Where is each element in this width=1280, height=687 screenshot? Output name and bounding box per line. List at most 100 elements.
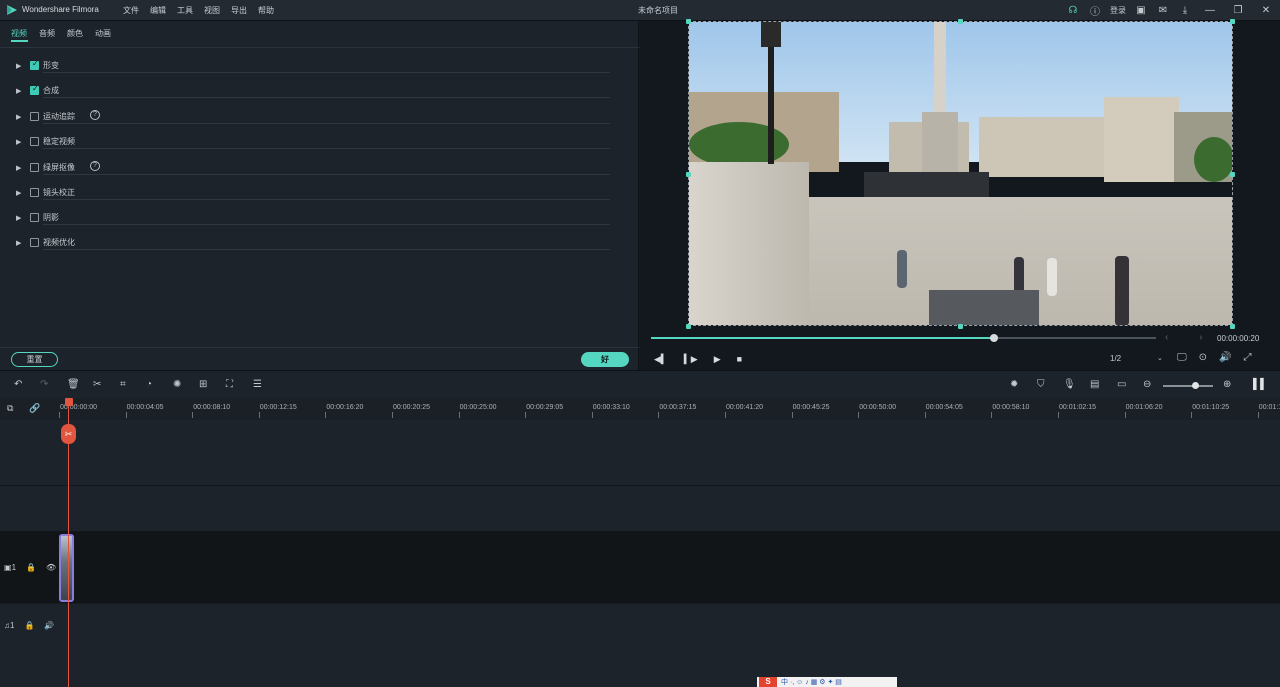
- transform-handle[interactable]: [958, 324, 963, 329]
- snapshot-icon[interactable]: ⊙: [1199, 352, 1207, 363]
- minimize-button[interactable]: —: [1196, 0, 1224, 21]
- lens-correction-checkbox[interactable]: [30, 188, 39, 197]
- speed-icon[interactable]: ◔: [146, 379, 152, 390]
- expand-arrow-icon[interactable]: ▶: [16, 214, 21, 222]
- transform-checkbox[interactable]: [30, 59, 39, 70]
- transform-handle[interactable]: [686, 324, 691, 329]
- info-icon[interactable]: ⓘ: [1084, 0, 1106, 21]
- preview-scrubber[interactable]: [651, 334, 1156, 342]
- play-pause-icon[interactable]: ▍▶: [684, 354, 698, 365]
- crop-icon[interactable]: ⌗: [120, 379, 126, 390]
- property-stabilization[interactable]: ▶ 稳定视频: [0, 130, 639, 155]
- render-icon[interactable]: ✹: [1010, 379, 1018, 390]
- tab-video[interactable]: 视频: [11, 28, 27, 39]
- restore-button[interactable]: ❐: [1224, 0, 1252, 21]
- undo-icon[interactable]: ↶: [14, 379, 22, 390]
- scrubber-progress: [651, 337, 995, 339]
- reset-button[interactable]: 重置: [11, 352, 58, 367]
- zoom-in-icon[interactable]: ⊕: [1223, 379, 1231, 390]
- transform-handle[interactable]: [686, 172, 691, 177]
- speaker-icon[interactable]: 🔊: [44, 621, 54, 630]
- login-button[interactable]: 登录: [1110, 5, 1126, 16]
- property-compositing[interactable]: ▶ 合成: [0, 79, 639, 104]
- ime-toolbar[interactable]: S 中 ·, ☺ ♪ ▦ ⚙ ✦ ▤: [757, 677, 897, 687]
- adjust-icon[interactable]: ☰: [253, 379, 262, 390]
- delete-icon[interactable]: 🗑: [67, 379, 80, 390]
- lock-icon[interactable]: 🔒: [24, 621, 34, 630]
- play-icon[interactable]: ▶: [714, 354, 721, 365]
- menu-view[interactable]: 视图: [204, 5, 220, 16]
- lock-icon[interactable]: 🔒: [26, 563, 36, 572]
- subtitle-icon[interactable]: ▭: [1117, 379, 1126, 390]
- transform-handle[interactable]: [1230, 172, 1235, 177]
- mail-icon[interactable]: ✉: [1152, 0, 1174, 21]
- redo-icon[interactable]: ↷: [40, 379, 48, 390]
- cut-icon[interactable]: ✂: [93, 379, 101, 390]
- scrubber-knob[interactable]: [990, 334, 999, 342]
- tab-animation[interactable]: 动画: [95, 28, 111, 39]
- close-button[interactable]: ✕: [1252, 0, 1280, 21]
- video-preview[interactable]: [688, 21, 1233, 326]
- property-shadow[interactable]: ▶ 阴影: [0, 206, 639, 231]
- stabilization-checkbox[interactable]: [30, 137, 39, 146]
- monitor-icon[interactable]: 🖵: [1177, 352, 1187, 363]
- shadow-checkbox[interactable]: [30, 213, 39, 222]
- playhead-handle[interactable]: [65, 398, 73, 406]
- marker-nav-icons[interactable]: ‹ ›: [1165, 332, 1216, 343]
- property-chroma-key[interactable]: ▶ 绿屏抠像 ?: [0, 156, 639, 181]
- expand-arrow-icon[interactable]: ▶: [16, 189, 21, 197]
- menu-tools[interactable]: 工具: [177, 5, 193, 16]
- expand-arrow-icon[interactable]: ▶: [16, 239, 21, 247]
- step-back-icon[interactable]: ◀▍: [654, 354, 668, 365]
- help-icon[interactable]: ?: [90, 110, 100, 120]
- expand-arrow-icon[interactable]: ▶: [16, 87, 21, 95]
- color-icon[interactable]: ✺: [173, 379, 181, 390]
- volume-icon[interactable]: 🔊: [1219, 352, 1231, 363]
- timeline-zoom-knob[interactable]: [1192, 382, 1199, 389]
- fullscreen-frame-icon[interactable]: ⛶: [226, 379, 233, 390]
- save-icon[interactable]: ▣: [1130, 0, 1152, 21]
- menu-help[interactable]: 帮助: [258, 5, 274, 16]
- fullscreen-icon[interactable]: ⤢: [1243, 352, 1251, 363]
- transform-handle[interactable]: [686, 19, 691, 24]
- pause-bars-icon[interactable]: ▌▌: [1253, 379, 1267, 390]
- menu-file[interactable]: 文件: [123, 5, 139, 16]
- property-enhancement[interactable]: ▶ 视频优化: [0, 231, 639, 256]
- timeline-ruler[interactable]: ⧉ 🔗 00:00:00:00 00:00:04:05 00:00:08:10 00:…: [0, 398, 1280, 420]
- add-track-icon[interactable]: ⧉: [7, 403, 13, 414]
- ok-button[interactable]: 好: [581, 352, 629, 367]
- property-motion-tracking[interactable]: ▶ 运动追踪 ?: [0, 105, 639, 130]
- motion-tracking-checkbox[interactable]: [30, 112, 39, 121]
- voiceover-icon[interactable]: ▤: [1090, 379, 1099, 390]
- green-screen-icon[interactable]: ⊞: [199, 379, 207, 390]
- help-icon[interactable]: ?: [90, 161, 100, 171]
- download-icon[interactable]: ⤓: [1174, 0, 1196, 21]
- expand-arrow-icon[interactable]: ▶: [16, 62, 21, 70]
- enhancement-checkbox[interactable]: [30, 238, 39, 247]
- marker-icon[interactable]: ⛉: [1037, 379, 1045, 390]
- transform-handle[interactable]: [1230, 324, 1235, 329]
- microphone-icon[interactable]: 🎙: [1063, 379, 1076, 390]
- chroma-key-checkbox[interactable]: [30, 163, 39, 172]
- transform-handle[interactable]: [1230, 19, 1235, 24]
- stop-icon[interactable]: ■: [737, 354, 742, 365]
- zoom-select[interactable]: 1/2 ⌄: [1110, 354, 1163, 363]
- expand-arrow-icon[interactable]: ▶: [16, 113, 21, 121]
- headset-icon[interactable]: ☊: [1062, 0, 1084, 21]
- zoom-out-icon[interactable]: ⊖: [1143, 379, 1151, 390]
- compositing-checkbox[interactable]: [30, 84, 39, 95]
- menu-edit[interactable]: 编辑: [150, 5, 166, 16]
- timeline-zoom-slider[interactable]: [1163, 385, 1213, 387]
- menu-export[interactable]: 导出: [231, 5, 247, 16]
- eye-icon[interactable]: 👁: [46, 563, 56, 572]
- expand-arrow-icon[interactable]: ▶: [16, 164, 21, 172]
- tab-audio[interactable]: 音频: [39, 28, 55, 39]
- tab-color[interactable]: 颜色: [67, 28, 83, 39]
- playhead-scissors-icon[interactable]: ✂: [61, 424, 76, 444]
- property-lens-correction[interactable]: ▶ 镜头校正: [0, 181, 639, 206]
- video-clip[interactable]: [59, 534, 74, 602]
- expand-arrow-icon[interactable]: ▶: [16, 138, 21, 146]
- property-transform[interactable]: ▶ 形变: [0, 54, 639, 79]
- transform-handle[interactable]: [958, 19, 963, 24]
- link-icon[interactable]: 🔗: [29, 403, 40, 414]
